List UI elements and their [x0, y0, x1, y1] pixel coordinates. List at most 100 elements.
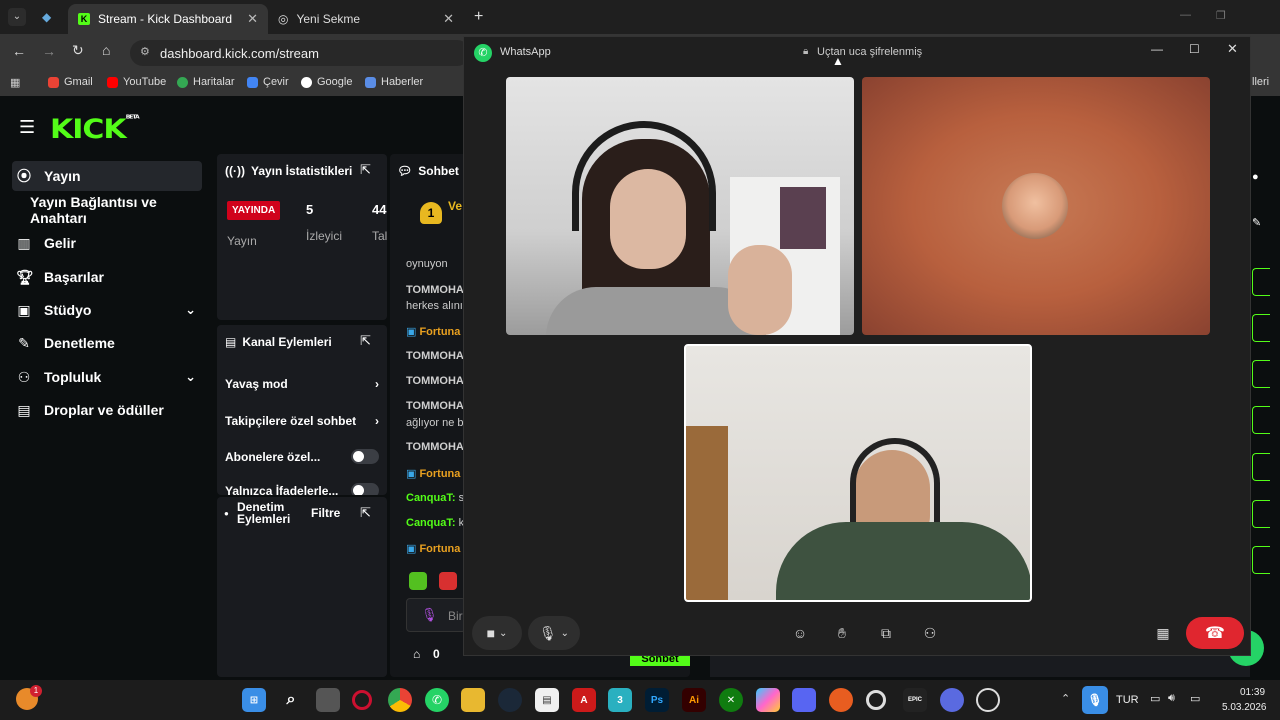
task-view-icon[interactable] — [316, 688, 340, 712]
whatsapp-taskbar-icon[interactable]: ✆ — [425, 688, 449, 712]
reload-icon[interactable]: ↻ — [72, 42, 84, 59]
raise-hand-button[interactable]: ✋︎ — [830, 621, 854, 645]
nav-item-denetleme[interactable]: ✎ Denetleme — [12, 328, 202, 358]
new-tab-button[interactable]: + — [474, 8, 483, 26]
pinned-tab-icon[interactable]: ◆ — [42, 10, 51, 24]
quick-action-button[interactable] — [1252, 546, 1270, 574]
edit-icon[interactable]: ✎ — [1252, 216, 1261, 229]
app-icon[interactable]: 3 — [608, 688, 632, 712]
discord-icon[interactable] — [792, 688, 816, 712]
nav-item-studyo[interactable]: ▣ Stüdyo ⌄ — [12, 295, 202, 325]
bookmark-google[interactable]: Google — [301, 76, 352, 88]
chat-input[interactable]: 🎙︎ Bir — [406, 598, 466, 632]
opera-icon[interactable] — [352, 690, 372, 710]
epic-games-icon[interactable]: EPIC — [903, 688, 927, 712]
network-icon[interactable]: ▭ — [1150, 692, 1160, 705]
minimize-icon[interactable]: — — [1151, 42, 1163, 56]
slow-mode-row[interactable]: Yavaş mod › — [225, 377, 379, 391]
app-icon[interactable] — [940, 688, 964, 712]
layout-button[interactable]: ▦ — [1151, 621, 1175, 645]
clock-time[interactable]: 01:39 — [1240, 687, 1265, 698]
nav-item-droplar[interactable]: ▤ Droplar ve ödüller — [12, 395, 202, 425]
obs-icon[interactable] — [866, 690, 886, 710]
kick-logo[interactable]: KICKBETA — [50, 114, 140, 146]
followers-only-row[interactable]: Takipçilere özel sohbet › — [225, 414, 379, 428]
chevron-up-icon[interactable]: ⌃ — [1061, 692, 1070, 705]
microphone-tray-icon[interactable]: 🎙︎ — [1082, 686, 1108, 714]
tab-search-button[interactable]: ⌄ — [8, 8, 26, 26]
emote-icon[interactable] — [409, 572, 427, 590]
window-minimize-icon[interactable]: — — [1180, 9, 1191, 21]
nav-item-yayin[interactable]: ⦿ Yayın — [12, 161, 202, 191]
quick-action-button[interactable] — [1252, 314, 1270, 342]
window-maximize-icon[interactable]: ❐ — [1216, 9, 1226, 22]
tab-kick-dashboard[interactable]: K Stream - Kick Dashboard ✕ — [68, 4, 268, 34]
chat-username[interactable]: CanquaT: — [406, 517, 456, 529]
clock-date[interactable]: 5.03.2026 — [1222, 702, 1267, 713]
all-bookmarks-label[interactable]: lleri — [1252, 76, 1269, 88]
popout-icon[interactable]: ⇱ — [360, 333, 371, 349]
bookmark-gmail[interactable]: Gmail — [48, 76, 93, 88]
chat-username[interactable]: CanquaT: — [406, 492, 456, 504]
chat-username[interactable]: TOMMOHA — [406, 400, 464, 412]
self-video[interactable] — [684, 344, 1032, 602]
chat-username[interactable]: Fortuna — [419, 468, 460, 480]
participant-video-off[interactable] — [862, 77, 1210, 335]
chat-username[interactable]: Fortuna — [419, 326, 460, 338]
bookmark-news[interactable]: Haberler — [365, 76, 423, 88]
acrobat-icon[interactable]: A — [572, 688, 596, 712]
filter-button[interactable]: Filtre — [311, 506, 340, 520]
close-tab-icon[interactable]: ✕ — [443, 11, 454, 27]
quick-action-button[interactable] — [1252, 406, 1270, 434]
quick-action-button[interactable] — [1252, 500, 1270, 528]
hamburger-menu-icon[interactable]: ☰ — [19, 117, 35, 138]
subscribers-only-toggle[interactable] — [351, 449, 379, 464]
share-screen-button[interactable]: ⧉ — [874, 621, 898, 645]
close-tab-icon[interactable]: ✕ — [247, 11, 258, 27]
bookmark-maps[interactable]: Haritalar — [177, 76, 235, 88]
search-icon[interactable]: ⌕ — [279, 688, 303, 712]
reactions-button[interactable]: ☺ — [788, 621, 812, 645]
steam-icon[interactable] — [498, 688, 522, 712]
tab-new-tab[interactable]: ◎ Yeni Sekme ✕ — [268, 4, 464, 34]
home-icon[interactable]: ⌂ — [102, 42, 110, 58]
chat-username[interactable]: TOMMOHA — [406, 441, 464, 453]
nav-item-basarilar[interactable]: 🏆︎ Başarılar — [12, 262, 202, 292]
chat-username[interactable]: TOMMOHA — [406, 375, 464, 387]
copilot-icon[interactable] — [756, 688, 780, 712]
camera-toggle-button[interactable]: ■ ⌄ — [472, 616, 522, 650]
language-indicator[interactable]: TUR — [1116, 694, 1139, 706]
app-icon[interactable] — [976, 688, 1000, 712]
illustrator-icon[interactable]: Ai — [682, 688, 706, 712]
quick-action-button[interactable] — [1252, 360, 1270, 388]
store-icon[interactable]: ▤ — [535, 688, 559, 712]
chevron-down-icon[interactable]: ⌄ — [185, 302, 196, 318]
chevron-down-icon[interactable]: ⌄ — [185, 369, 196, 385]
forward-icon[interactable]: → — [42, 43, 56, 59]
nav-item-gelir[interactable]: ▥ Gelir — [12, 228, 202, 258]
participant-video[interactable] — [506, 77, 854, 335]
chrome-icon[interactable] — [388, 688, 412, 712]
end-call-button[interactable]: ☎︎ — [1186, 617, 1244, 649]
microphone-toggle-button[interactable]: 🎙︎ ⌄ — [528, 616, 580, 650]
quick-action-button[interactable] — [1252, 453, 1270, 481]
profile-icon[interactable]: ● — [1252, 171, 1259, 183]
volume-icon[interactable]: 🔊︎ — [1168, 692, 1175, 705]
file-explorer-icon[interactable] — [461, 688, 485, 712]
start-menu-icon[interactable]: ⊞ — [242, 688, 266, 712]
bookmark-youtube[interactable]: YouTube — [107, 76, 166, 88]
chat-username[interactable]: Fortuna — [419, 543, 460, 555]
chat-username[interactable]: TOMMOHA — [406, 284, 464, 296]
apps-icon[interactable]: ▦ — [10, 76, 20, 89]
popout-icon[interactable]: ⇱ — [360, 505, 371, 521]
back-icon[interactable]: ← — [12, 43, 26, 59]
battery-icon[interactable]: ▭ — [1190, 692, 1200, 705]
xbox-icon[interactable]: ✕ — [719, 688, 743, 712]
nav-item-stream-key[interactable]: Yayın Bağlantısı ve Anahtarı — [26, 194, 216, 226]
nav-item-topluluk[interactable]: ⚇ Topluluk ⌄ — [12, 362, 202, 392]
photoshop-icon[interactable]: Ps — [645, 688, 669, 712]
close-icon[interactable]: ✕ — [1227, 41, 1238, 57]
quick-action-button[interactable] — [1252, 268, 1270, 296]
address-bar[interactable]: ⚙ dashboard.kick.com/stream — [130, 40, 470, 66]
popout-icon[interactable]: ⇱ — [360, 162, 371, 178]
